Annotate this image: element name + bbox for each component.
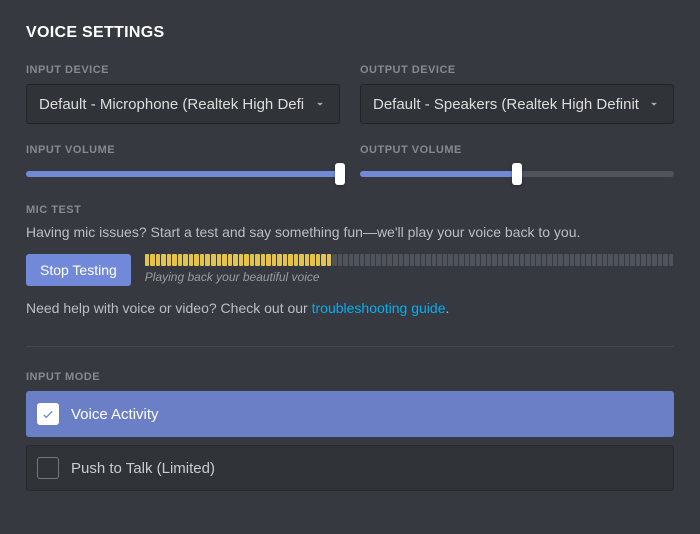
output-volume-label: OUTPUT VOLUME — [360, 144, 674, 156]
help-suffix: . — [446, 300, 450, 316]
page-title: VOICE SETTINGS — [26, 24, 674, 42]
checkbox-unchecked-icon — [37, 457, 59, 479]
input-mode-label: INPUT MODE — [26, 371, 674, 383]
troubleshooting-link[interactable]: troubleshooting guide — [312, 300, 446, 316]
mic-test-label: MIC TEST — [26, 204, 674, 216]
divider — [26, 346, 674, 347]
input-mode-option-label: Push to Talk (Limited) — [71, 460, 215, 477]
output-volume-slider[interactable] — [360, 164, 674, 184]
output-device-value: Default - Speakers (Realtek High Definit… — [373, 96, 639, 113]
help-text: Need help with voice or video? Check out… — [26, 300, 674, 316]
mic-level-meter — [145, 254, 674, 266]
input-mode-push-to-talk[interactable]: Push to Talk (Limited) — [26, 445, 674, 491]
stop-testing-button[interactable]: Stop Testing — [26, 254, 131, 286]
input-volume-slider[interactable] — [26, 164, 340, 184]
output-device-select[interactable]: Default - Speakers (Realtek High Definit… — [360, 84, 674, 124]
chevron-down-icon — [313, 97, 327, 111]
checkbox-checked-icon — [37, 403, 59, 425]
input-mode-option-label: Voice Activity — [71, 406, 159, 423]
input-device-value: Default - Microphone (Realtek High Defin… — [39, 96, 305, 113]
input-mode-voice-activity[interactable]: Voice Activity — [26, 391, 674, 437]
input-volume-label: INPUT VOLUME — [26, 144, 340, 156]
mic-playback-status: Playing back your beautiful voice — [145, 270, 674, 284]
chevron-down-icon — [647, 97, 661, 111]
mic-test-description: Having mic issues? Start a test and say … — [26, 224, 674, 240]
input-device-select[interactable]: Default - Microphone (Realtek High Defin… — [26, 84, 340, 124]
output-device-label: OUTPUT DEVICE — [360, 64, 674, 76]
input-device-label: INPUT DEVICE — [26, 64, 340, 76]
help-prefix: Need help with voice or video? Check out… — [26, 300, 312, 316]
